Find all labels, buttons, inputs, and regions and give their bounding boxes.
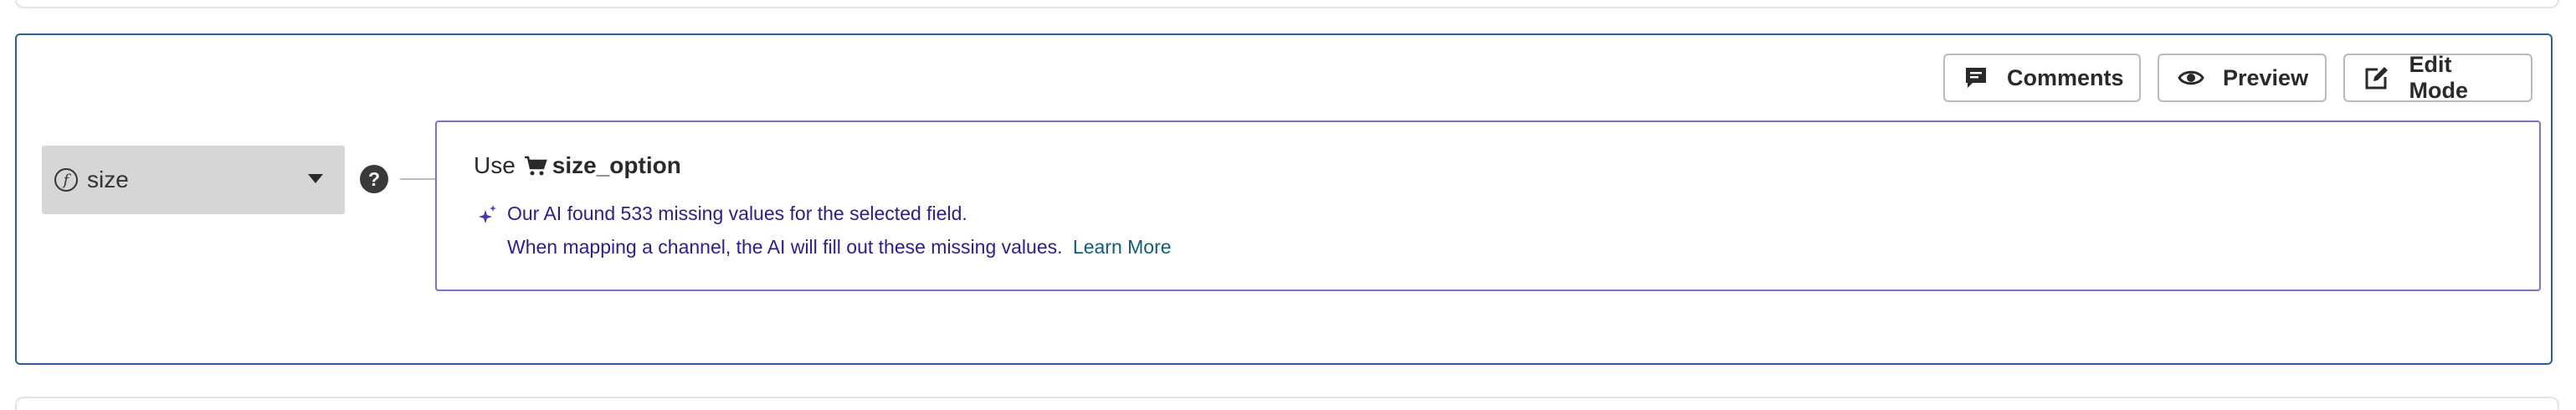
edit-mode-button-label: Edit Mode bbox=[2409, 52, 2469, 103]
function-icon: f bbox=[54, 167, 79, 192]
cart-icon bbox=[524, 154, 547, 177]
suggestion-use-line: Use size_option bbox=[474, 152, 681, 179]
ai-detail-text: When mapping a channel, the AI will fill… bbox=[507, 236, 1063, 258]
ai-message-line: Our AI found 533 missing values for the … bbox=[477, 202, 967, 225]
help-icon[interactable]: ? bbox=[360, 165, 388, 193]
suggestion-box: Use size_option Our AI found 533 missing… bbox=[435, 120, 2541, 291]
connector-line bbox=[400, 178, 435, 180]
learn-more-link[interactable]: Learn More bbox=[1073, 236, 1172, 258]
use-prefix: Use bbox=[474, 152, 516, 178]
ai-detail-line: When mapping a channel, the AI will fill… bbox=[507, 236, 1172, 259]
previous-card-edge bbox=[15, 0, 2559, 8]
page: Comments Preview Edit Mode f size ? Use … bbox=[0, 0, 2576, 410]
preview-button[interactable]: Preview bbox=[2158, 54, 2327, 102]
comments-button[interactable]: Comments bbox=[1943, 54, 2141, 102]
edit-mode-button[interactable]: Edit Mode bbox=[2343, 52, 2532, 103]
field-select-value: size bbox=[87, 167, 129, 192]
field-select-dropdown[interactable]: f size bbox=[42, 146, 345, 214]
mapping-card: Comments Preview Edit Mode f size ? Use … bbox=[15, 33, 2553, 365]
suggested-field-name[interactable]: size_option bbox=[552, 152, 681, 179]
eye-icon bbox=[2178, 64, 2204, 92]
edit-icon bbox=[2363, 64, 2391, 92]
comment-icon bbox=[1963, 64, 1988, 92]
chevron-down-icon bbox=[308, 174, 323, 183]
svg-text:f: f bbox=[62, 172, 72, 189]
comments-button-label: Comments bbox=[2007, 64, 2124, 90]
ai-sparkle-icon bbox=[477, 203, 499, 225]
ai-message-text: Our AI found 533 missing values for the … bbox=[507, 202, 967, 224]
preview-button-label: Preview bbox=[2223, 64, 2309, 90]
card-toolbar: Comments Preview Edit Mode bbox=[1943, 52, 2532, 103]
next-card-edge bbox=[15, 397, 2559, 410]
